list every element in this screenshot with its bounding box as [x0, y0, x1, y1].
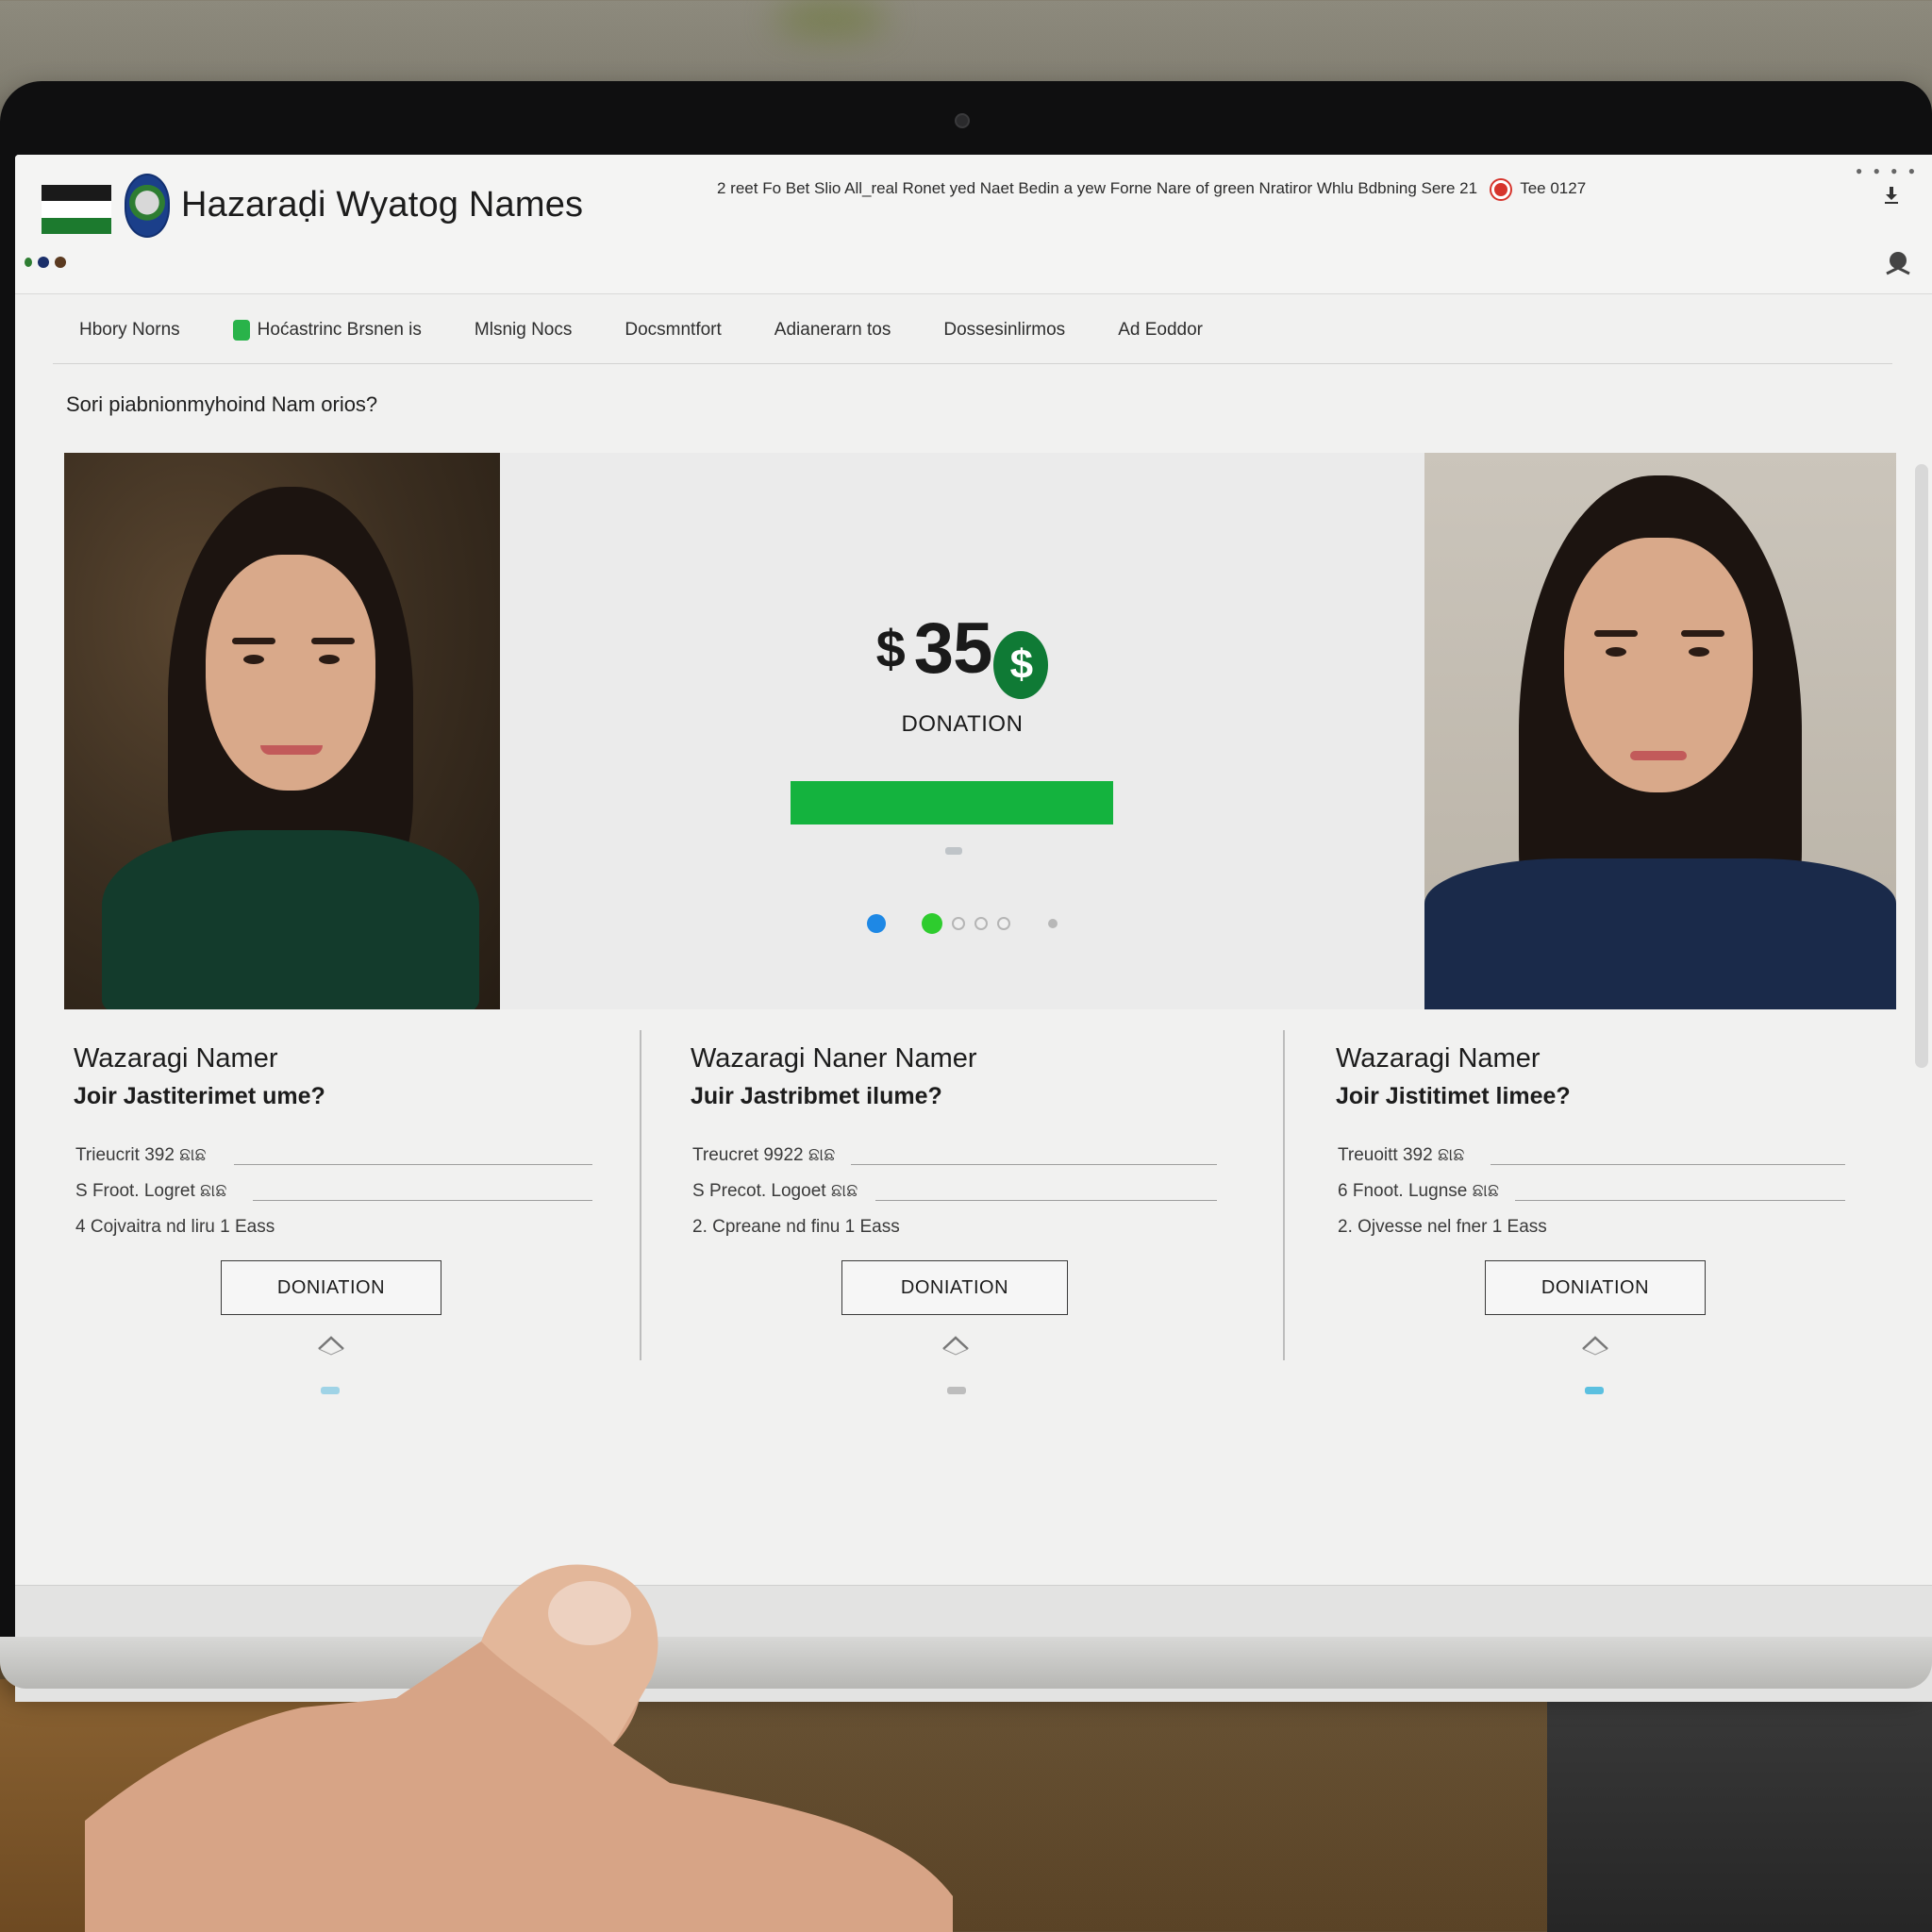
card-rule: [875, 1200, 1217, 1201]
chevron-up-icon[interactable]: [1581, 1330, 1609, 1358]
hand-holding-tablet: [85, 1564, 953, 1932]
top-links-text[interactable]: 2 reet Fo Bet Slio All_real Ronet yed Na…: [717, 179, 1477, 197]
card-title: Wazaragi Namer: [74, 1043, 278, 1074]
green-dot-icon: [25, 258, 32, 267]
donation-card: Wazaragi Naner Namer Juir Jastribmet ilu…: [691, 1030, 1219, 1436]
card-line: 2. Ojvesse nel fner 1 Eass: [1338, 1217, 1547, 1237]
donation-amount: $35 $: [500, 608, 1424, 699]
currency-symbol: $: [875, 619, 906, 678]
donation-panel: $35 $ DONATION: [500, 453, 1424, 1009]
card-line: Treuoitt 392 ଛାଛ: [1338, 1145, 1465, 1165]
donation-button[interactable]: DONIATION: [841, 1260, 1068, 1315]
brown-dot-icon: [55, 257, 66, 268]
carousel-dot[interactable]: [997, 917, 1010, 930]
nav-label: Docsmntfort: [625, 319, 722, 340]
carousel-dot[interactable]: [1048, 919, 1058, 928]
download-icon[interactable]: [1885, 187, 1898, 204]
card-subtitle: Joir Jastiterimet ume?: [74, 1083, 325, 1109]
card-rule: [851, 1164, 1217, 1165]
nav-item-add-border[interactable]: Ad Eoddor: [1091, 320, 1229, 341]
emblem-icon: [125, 174, 170, 238]
nav-item-featured[interactable]: Hoćastrinc Brsnen is: [207, 319, 448, 341]
nav-label: Mlsnig Nocs: [474, 319, 573, 340]
donation-cards: Wazaragi Namer Joir Jastiterimet ume? Tr…: [15, 1030, 1932, 1558]
blue-dot-icon: [38, 257, 49, 268]
card-line: 6 Fnoot. Lugnse ଛାଛ: [1338, 1181, 1500, 1201]
donation-carousel: $35 $ DONATION: [64, 453, 1896, 1009]
donation-card: Wazaragi Namer Joir Jistitimet limee? Tr…: [1336, 1030, 1864, 1436]
card-line: Trieucrit 392 ଛାଛ: [75, 1145, 207, 1165]
chevron-up-icon[interactable]: [317, 1330, 345, 1358]
nav-item-history[interactable]: Hbory Norns: [53, 320, 207, 341]
pager-glyph-icon: [1585, 1387, 1604, 1394]
window-controls[interactable]: ● ● ● ●: [1856, 164, 1919, 177]
flag-icon: [42, 185, 111, 234]
card-title: Wazaragi Naner Namer: [691, 1043, 977, 1074]
browser-screen: Hazaraḍi Wyatog Names 2 reet Fo Bet Slio…: [15, 155, 1932, 1702]
donation-button[interactable]: DONIATION: [221, 1260, 441, 1315]
card-line: S Froot. Logret ଛାଛ: [75, 1181, 227, 1201]
pager-glyph-icon: [947, 1387, 966, 1394]
pager-glyph-icon: [321, 1387, 340, 1394]
carousel-dot[interactable]: [952, 917, 965, 930]
donation-button[interactable]: DONIATION: [1485, 1260, 1706, 1315]
nav-label: Ad Eoddor: [1118, 319, 1203, 340]
card-line: 2. Cpreane nd finu 1 Eass: [692, 1217, 900, 1237]
main-nav: Hbory Norns Hoćastrinc Brsnen is Mlsnig …: [53, 296, 1892, 364]
card-rule: [234, 1164, 592, 1165]
card-divider: [1283, 1030, 1285, 1360]
donation-progress-bar: [791, 781, 1113, 824]
card-line: S Precot. Logoet ଛାଛ: [692, 1181, 858, 1201]
top-right-text[interactable]: Tee 0127: [1520, 179, 1586, 197]
donation-card: Wazaragi Namer Joir Jastiterimet ume? Tr…: [74, 1030, 602, 1436]
card-subtitle: Joir Jistitimet limee?: [1336, 1083, 1571, 1109]
carousel-dot[interactable]: [974, 917, 988, 930]
nav-item-missing[interactable]: Mlsnig Nocs: [448, 320, 598, 341]
scrollbar[interactable]: [1915, 464, 1928, 1068]
nav-label: Hbory Norns: [79, 319, 180, 340]
background-object: [1547, 1679, 1932, 1932]
notification-icon[interactable]: [1491, 179, 1510, 199]
chevron-up-icon[interactable]: [941, 1330, 970, 1358]
tablet-frame: Hazaraḍi Wyatog Names 2 reet Fo Bet Slio…: [0, 81, 1932, 1702]
card-divider: [640, 1030, 641, 1360]
pin-icon[interactable]: [1883, 249, 1913, 283]
card-line: 4 Cojvaitra nd liru 1 Eass: [75, 1217, 275, 1237]
header-mini-icons: [25, 257, 66, 268]
site-title[interactable]: Hazaraḍi Wyatog Names: [181, 185, 583, 225]
portrait-photo-left: [64, 453, 500, 1009]
donation-label: DONATION: [901, 711, 1024, 737]
top-links[interactable]: 2 reet Fo Bet Slio All_real Ronet yed Na…: [717, 179, 1586, 199]
card-rule: [253, 1200, 592, 1201]
nav-label: Hoćastrinc Brsnen is: [257, 319, 422, 340]
card-rule: [1515, 1200, 1845, 1201]
nav-item-documentation[interactable]: Docsmntfort: [598, 320, 747, 341]
nav-item-administration[interactable]: Adianerarn tos: [748, 320, 918, 341]
app-badge-icon: [232, 319, 250, 341]
card-line: Treucret 9922 ଛାଛ: [692, 1145, 836, 1165]
amount-value: 35: [913, 608, 993, 689]
camera-icon: [955, 113, 970, 128]
carousel-dot[interactable]: [922, 913, 942, 934]
nav-item-discussions[interactable]: Dossesinlirmos: [917, 320, 1091, 341]
carousel-dots: [500, 913, 1424, 934]
nav-label: Adianerarn tos: [774, 319, 891, 340]
progress-fill: [791, 781, 1113, 824]
nav-label: Dossesinlirmos: [943, 319, 1066, 340]
site-header: Hazaraḍi Wyatog Names 2 reet Fo Bet Slio…: [15, 155, 1932, 294]
carousel-dot[interactable]: [867, 914, 886, 933]
card-rule: [1491, 1164, 1845, 1165]
card-title: Wazaragi Namer: [1336, 1043, 1541, 1074]
portrait-photo-right: [1424, 453, 1896, 1009]
coin-dollar-icon: $: [993, 631, 1049, 699]
page-question: Sori piabnionmyhoind Nam orios?: [66, 392, 378, 416]
loading-glyph-icon: [945, 847, 962, 855]
card-subtitle: Juir Jastribmet ilume?: [691, 1083, 942, 1109]
background-glow: [774, 0, 887, 38]
